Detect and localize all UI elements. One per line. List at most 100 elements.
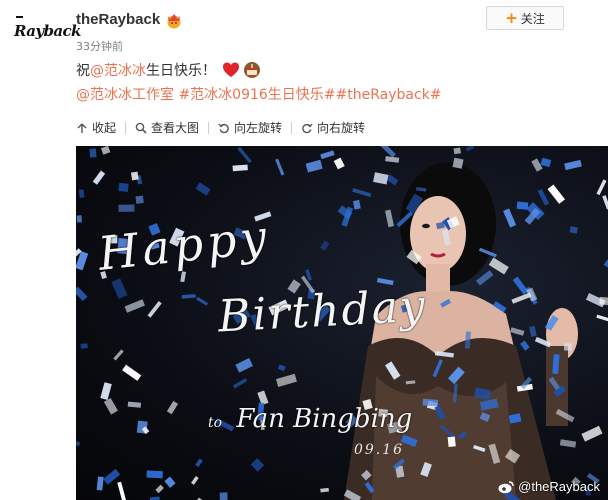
confetti-piece [333, 157, 345, 170]
confetti-piece [146, 470, 163, 479]
confetti-piece [118, 204, 135, 212]
confetti-piece [96, 476, 104, 491]
confetti-piece [537, 188, 550, 206]
collapse-button[interactable]: 收起 [76, 119, 116, 136]
confetti-piece [235, 358, 253, 373]
logo-mark [16, 16, 23, 18]
confetti-piece [540, 157, 552, 168]
confetti-piece [545, 315, 559, 331]
confetti-piece [603, 259, 608, 275]
confetti-piece [78, 189, 85, 198]
confetti-piece [396, 211, 414, 228]
confetti-piece [447, 436, 456, 447]
confetti-piece [508, 413, 522, 424]
confetti-piece [352, 199, 361, 210]
post-suffix: 生日快乐！ [146, 63, 216, 79]
logo-text: Rayback [14, 22, 81, 40]
confetti-piece [479, 398, 499, 411]
rotate-right-button[interactable]: 向右旋转 [301, 119, 365, 136]
confetti-piece [441, 229, 451, 246]
date-text: 09.16 [354, 442, 405, 458]
confetti-piece [473, 444, 486, 452]
confetti-piece [364, 481, 375, 494]
confetti-piece [196, 296, 209, 306]
celebrant-name: Fan Bingbing [236, 404, 413, 434]
confetti-piece [504, 448, 521, 464]
confetti-piece [100, 382, 112, 400]
confetti-piece [320, 240, 330, 251]
rotate-left-button[interactable]: 向左旋转 [218, 119, 282, 136]
confetti-piece [458, 431, 467, 440]
account-name[interactable]: theRayback [76, 11, 160, 28]
confetti-piece [596, 314, 608, 324]
confetti-piece [191, 476, 199, 485]
confetti-piece [602, 195, 608, 210]
confetti-piece [512, 276, 529, 295]
confetti-piece [510, 327, 525, 336]
confetti-piece [529, 325, 537, 337]
confetti-piece [452, 383, 458, 403]
confetti-piece [76, 286, 88, 302]
confetti-piece [440, 298, 452, 308]
confetti-piece [76, 215, 82, 223]
mention-link[interactable]: @范冰冰 [90, 60, 146, 80]
confetti-piece [478, 247, 497, 258]
toolbar-divider [208, 121, 210, 134]
confetti-piece [103, 398, 118, 415]
confetti-piece [405, 193, 424, 214]
confetti-piece [155, 484, 164, 494]
watermark-text: @theRayback [518, 479, 600, 494]
confetti-piece [492, 301, 507, 313]
confetti-piece [92, 170, 106, 185]
follow-label: 关注 [520, 11, 545, 26]
confetti-piece [488, 257, 509, 275]
confetti-piece [122, 364, 142, 381]
toolbar-divider [291, 121, 293, 134]
confetti-piece [147, 301, 162, 318]
confetti-piece [420, 461, 432, 478]
confetti-piece [195, 458, 203, 468]
confetti-piece [124, 299, 145, 313]
confetti-piece [117, 481, 126, 500]
confetti-piece [520, 340, 530, 351]
confetti-piece [80, 343, 88, 349]
confetti-piece [547, 184, 566, 204]
confetti-piece [432, 359, 443, 378]
to-text: to [208, 415, 223, 431]
plus-icon: + [505, 8, 518, 27]
account-logo[interactable]: Rayback [14, 14, 81, 48]
collapse-icon [77, 123, 87, 133]
confetti-piece [534, 336, 552, 348]
weibo-watermark: @theRayback [498, 479, 600, 494]
confetti-piece [118, 182, 129, 192]
view-large-button[interactable]: 查看大图 [135, 119, 199, 136]
confetti-piece [531, 158, 543, 172]
confetti-piece [277, 364, 286, 372]
toolbar-divider [125, 121, 127, 134]
confetti-piece [564, 343, 572, 351]
confetti-piece [305, 269, 312, 281]
confetti-piece [581, 425, 603, 442]
confetti-piece [113, 349, 124, 361]
confetti-piece [352, 188, 372, 198]
confetti-piece [488, 443, 501, 465]
confetti-piece [564, 159, 582, 171]
confetti-piece [100, 146, 111, 155]
confetti-piece [385, 209, 394, 228]
confetti-piece [559, 439, 577, 448]
confetti-piece [452, 157, 464, 169]
post-time[interactable]: 33分钟前 [76, 38, 123, 54]
confetti-piece [130, 171, 139, 181]
confetti-piece [415, 187, 427, 192]
confetti-piece [596, 179, 607, 196]
confetti-piece [385, 361, 401, 380]
confetti-piece [552, 354, 560, 374]
confetti-piece [232, 378, 248, 389]
confetti-piece [434, 404, 446, 421]
confetti-piece [164, 476, 176, 488]
tags-link[interactable]: @范冰冰工作室 #范冰冰0916生日快乐##theRayback# [76, 84, 442, 104]
confetti-piece [555, 408, 575, 423]
follow-button[interactable]: + 关注 [486, 6, 564, 30]
weibo-logo-icon [498, 480, 514, 493]
post-image[interactable]: Happy Birthday to Fan Bingbing 09.16 @th… [76, 146, 608, 500]
